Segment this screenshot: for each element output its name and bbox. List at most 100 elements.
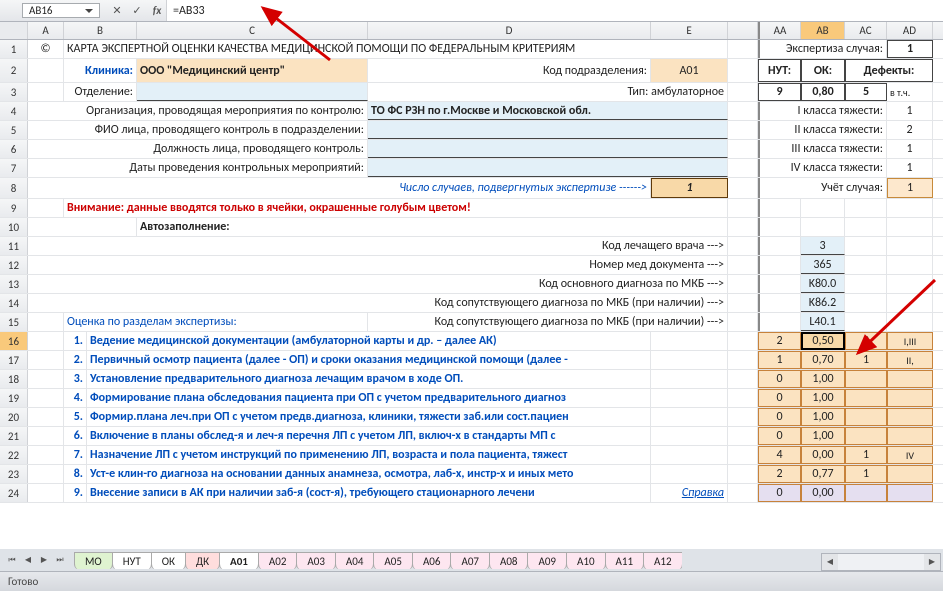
cell[interactable]: 4 bbox=[758, 446, 801, 464]
cell[interactable]: Назначение ЛП с учетом инструкций по при… bbox=[87, 446, 651, 464]
row-header[interactable]: 18 bbox=[0, 370, 28, 388]
cell[interactable] bbox=[845, 370, 887, 388]
cell[interactable]: 0 bbox=[758, 408, 801, 426]
cell[interactable]: в т.ч. bbox=[887, 83, 933, 101]
row-header[interactable]: 19 bbox=[0, 389, 28, 407]
row-header[interactable]: 24 bbox=[0, 484, 28, 502]
cell[interactable]: Даты проведения контрольных мероприятий: bbox=[28, 159, 368, 177]
row-header[interactable]: 22 bbox=[0, 446, 28, 464]
col-header[interactable]: D bbox=[368, 22, 651, 39]
cell[interactable]: IV класса тяжести: bbox=[758, 159, 887, 177]
cell[interactable]: 2 bbox=[845, 332, 887, 350]
sheet-tab[interactable]: НУТ bbox=[112, 552, 152, 569]
sheet-tab[interactable]: МО bbox=[74, 552, 113, 569]
cell[interactable] bbox=[651, 332, 728, 350]
cell[interactable]: 3 bbox=[801, 237, 845, 255]
fx-accept-icon[interactable]: ✓ bbox=[128, 2, 146, 20]
cell[interactable]: Формир.плана леч.при ОП с учетом предв.д… bbox=[87, 408, 651, 426]
select-all-corner[interactable] bbox=[0, 22, 28, 39]
cell[interactable] bbox=[845, 408, 887, 426]
row-header[interactable]: 5 bbox=[0, 121, 28, 139]
cell[interactable] bbox=[651, 427, 728, 445]
cell[interactable]: I,III bbox=[887, 332, 933, 350]
cell[interactable]: 2 bbox=[758, 332, 801, 350]
cell[interactable]: Оценка по разделам экспертизы: bbox=[64, 313, 368, 331]
row-header[interactable]: 17 bbox=[0, 351, 28, 369]
cell[interactable]: Учёт случая: bbox=[758, 178, 887, 198]
cell[interactable] bbox=[887, 389, 933, 407]
row-header[interactable]: 14 bbox=[0, 294, 28, 312]
cell[interactable]: Справка bbox=[651, 484, 728, 502]
cell[interactable]: A01 bbox=[651, 59, 728, 82]
cell[interactable] bbox=[137, 83, 368, 101]
cell[interactable] bbox=[368, 121, 728, 139]
cell[interactable]: 1,00 bbox=[801, 370, 845, 388]
col-header[interactable]: AC bbox=[845, 22, 887, 39]
sheet-tab[interactable]: ДК bbox=[185, 552, 220, 569]
cell[interactable]: IV bbox=[887, 446, 933, 464]
cell[interactable]: 1. bbox=[64, 332, 87, 350]
row-header[interactable]: 2 bbox=[0, 59, 28, 82]
cell[interactable]: 0 bbox=[758, 389, 801, 407]
cell[interactable]: © bbox=[28, 40, 64, 58]
cell[interactable]: 1,00 bbox=[801, 427, 845, 445]
spreadsheet-grid[interactable]: 1 © КАРТА ЭКСПЕРТНОЙ ОЦЕНКИ КАЧЕСТВА МЕД… bbox=[0, 40, 943, 503]
sheet-tab[interactable]: A01 bbox=[219, 552, 259, 569]
row-header[interactable]: 7 bbox=[0, 159, 28, 177]
cell[interactable]: 8. bbox=[64, 465, 87, 483]
cell[interactable]: 1 bbox=[845, 351, 887, 369]
cell[interactable]: 9 bbox=[758, 83, 801, 101]
cell[interactable]: Дефекты: bbox=[845, 59, 933, 82]
cell[interactable] bbox=[368, 159, 728, 177]
cell[interactable] bbox=[887, 484, 933, 502]
cell[interactable]: Клиника: bbox=[64, 59, 137, 82]
cell[interactable]: Первичный осмотр пациента (далее - ОП) и… bbox=[87, 351, 651, 369]
col-header[interactable]: B bbox=[64, 22, 137, 39]
cell[interactable]: 5 bbox=[845, 83, 887, 101]
row-header[interactable]: 4 bbox=[0, 102, 28, 120]
sheet-tab[interactable]: A11 bbox=[605, 552, 645, 569]
cell[interactable]: Формирование плана обследования пациента… bbox=[87, 389, 651, 407]
row-header[interactable]: 21 bbox=[0, 427, 28, 445]
cell[interactable] bbox=[651, 465, 728, 483]
cell[interactable]: 9. bbox=[64, 484, 87, 502]
cell[interactable] bbox=[651, 408, 728, 426]
cell[interactable]: ФИО лица, проводящего контроль в подразд… bbox=[28, 121, 368, 139]
cell[interactable]: 2 bbox=[758, 465, 801, 483]
cell[interactable] bbox=[651, 370, 728, 388]
cell[interactable] bbox=[887, 465, 933, 483]
row-header[interactable]: 20 bbox=[0, 408, 28, 426]
cell[interactable]: 1 bbox=[845, 465, 887, 483]
cell[interactable]: 6. bbox=[64, 427, 87, 445]
cell[interactable]: 1,00 bbox=[801, 389, 845, 407]
cell[interactable]: Включение в планы обслед-я и леч-я переч… bbox=[87, 427, 651, 445]
row-header[interactable]: 8 bbox=[0, 178, 28, 198]
cell[interactable]: Код сопутствующего диагноза по МКБ (при … bbox=[28, 294, 728, 312]
sheet-nav-prev-icon[interactable]: ◀ bbox=[20, 552, 36, 568]
cell[interactable]: 1 bbox=[845, 446, 887, 464]
cell[interactable] bbox=[887, 427, 933, 445]
horizontal-scrollbar[interactable]: ◀ ▶ bbox=[821, 553, 941, 571]
cell[interactable]: K80.0 bbox=[801, 275, 845, 293]
cell[interactable]: Внимание: данные вводятся только в ячейк… bbox=[64, 199, 728, 217]
col-header[interactable]: AA bbox=[758, 22, 801, 39]
row-header[interactable]: 11 bbox=[0, 237, 28, 255]
col-header[interactable]: C bbox=[137, 22, 368, 39]
sheet-nav-first-icon[interactable]: ⏮ bbox=[4, 552, 20, 568]
cell[interactable]: 2. bbox=[64, 351, 87, 369]
cell[interactable]: НУТ: bbox=[758, 59, 801, 82]
cell[interactable]: Внесение записи в АК при наличии заб-я (… bbox=[87, 484, 651, 502]
cell[interactable] bbox=[845, 484, 887, 502]
cell[interactable]: Код подразделения: bbox=[368, 59, 651, 82]
row-header[interactable]: 15 bbox=[0, 313, 28, 331]
spravka-link[interactable]: Справка bbox=[682, 486, 724, 500]
cell[interactable]: 0 bbox=[758, 370, 801, 388]
cell[interactable]: 0 bbox=[758, 484, 801, 502]
cell[interactable]: Число случаев, подвергнутых экспертизе -… bbox=[28, 178, 651, 198]
sheet-tab[interactable]: A10 bbox=[566, 552, 606, 569]
cell[interactable]: II, bbox=[887, 351, 933, 369]
row-header[interactable]: 3 bbox=[0, 83, 28, 101]
cell[interactable]: Уст-е клин-го диагноза на основании данн… bbox=[87, 465, 651, 483]
sheet-tab[interactable]: A02 bbox=[258, 552, 298, 569]
cell[interactable] bbox=[845, 389, 887, 407]
